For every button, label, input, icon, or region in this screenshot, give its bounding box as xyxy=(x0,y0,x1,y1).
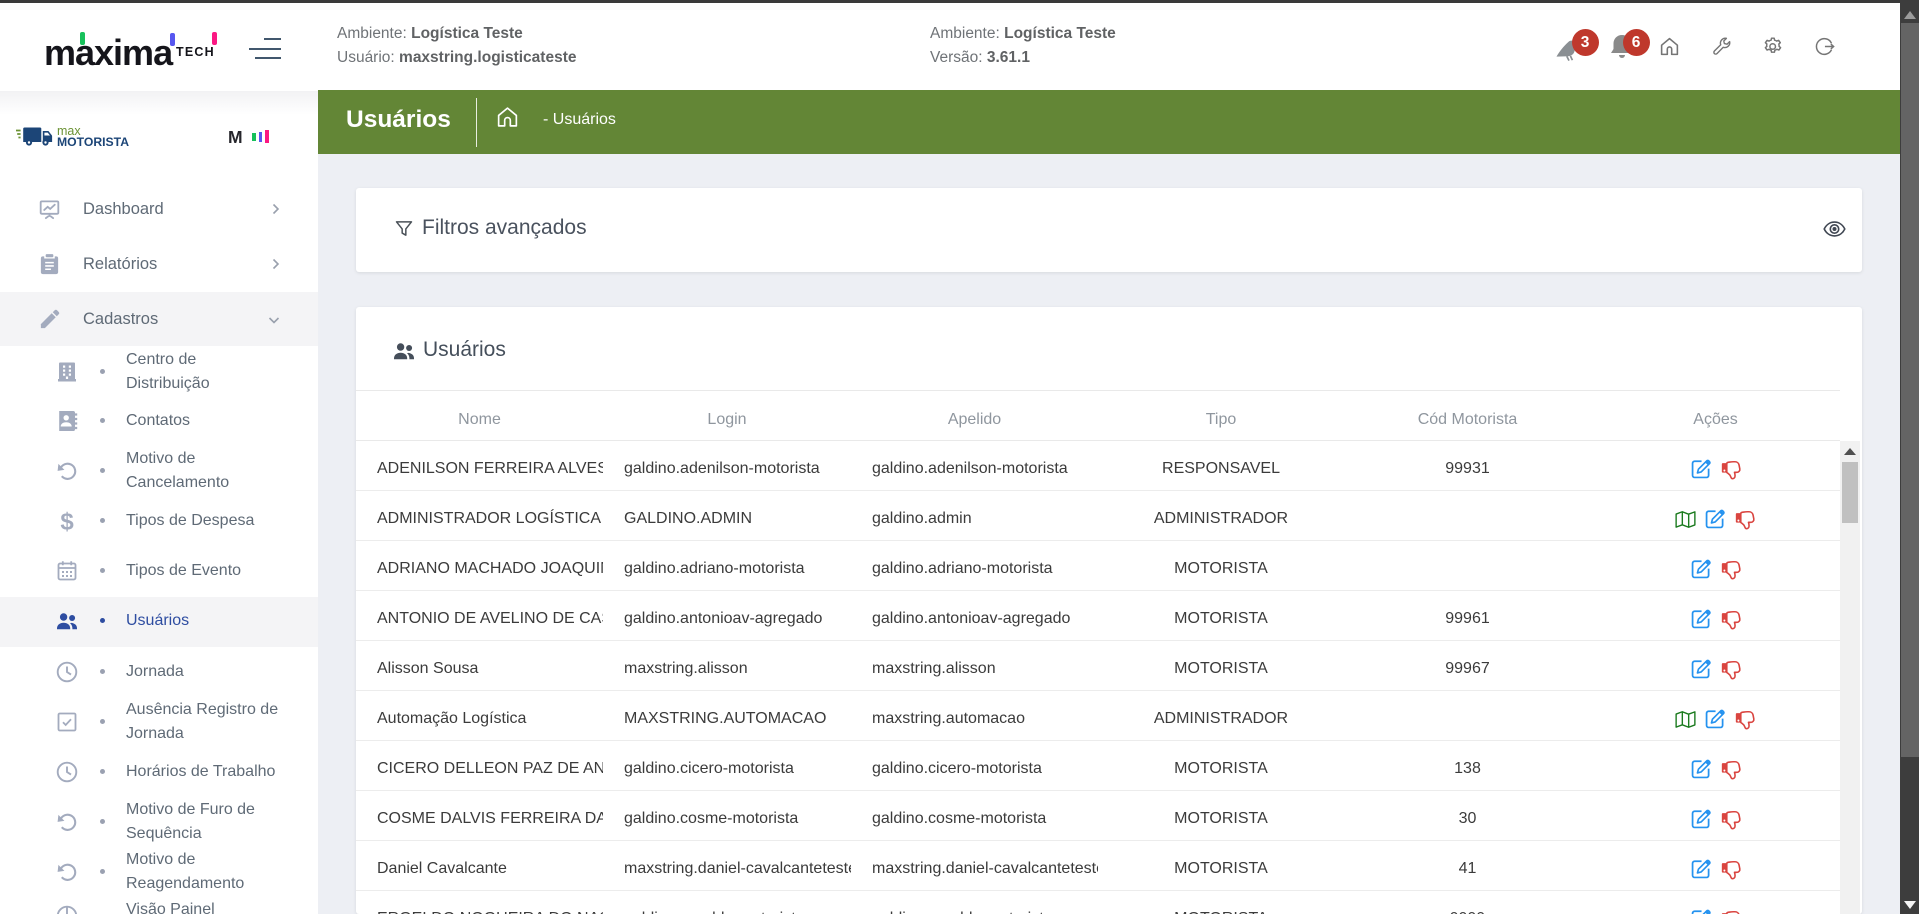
svg-text:$: $ xyxy=(60,509,74,533)
